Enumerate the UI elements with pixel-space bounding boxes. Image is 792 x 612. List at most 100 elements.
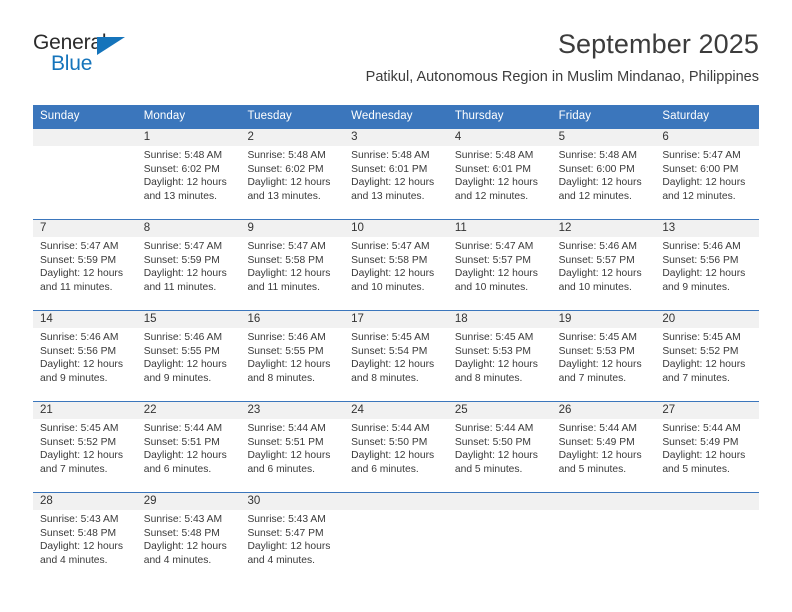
week-row: 28 Sunrise: 5:43 AM Sunset: 5:48 PM Dayl… — [33, 492, 760, 583]
day-cell[interactable]: 25 Sunrise: 5:44 AM Sunset: 5:50 PM Dayl… — [447, 402, 552, 492]
day-number: 30 — [240, 493, 345, 510]
sunrise-text: Sunrise: 5:44 AM — [143, 423, 223, 434]
day-cell[interactable] — [33, 129, 137, 219]
day-cell[interactable]: 13 Sunrise: 5:46 AM Sunset: 5:56 PM Dayl… — [655, 220, 760, 310]
day-number: 24 — [344, 402, 448, 419]
day-cell[interactable]: 28 Sunrise: 5:43 AM Sunset: 5:48 PM Dayl… — [33, 493, 137, 583]
day-info: Sunrise: 5:45 AM Sunset: 5:52 PM Dayligh… — [655, 328, 759, 385]
day-cell[interactable]: 3 Sunrise: 5:48 AM Sunset: 6:01 PM Dayli… — [344, 129, 448, 219]
sunset-text: Sunset: 6:01 PM — [351, 163, 428, 175]
day-cell[interactable]: 1 Sunrise: 5:48 AM Sunset: 6:02 PM Dayli… — [136, 129, 241, 219]
daylight-text-line2: and 9 minutes. — [662, 281, 730, 293]
daylight-text-line1: Daylight: 12 hours — [558, 268, 642, 280]
day-cell[interactable]: 17 Sunrise: 5:45 AM Sunset: 5:54 PM Dayl… — [344, 311, 448, 401]
daylight-text-line2: and 10 minutes. — [558, 281, 632, 293]
day-info: Sunrise: 5:44 AM Sunset: 5:51 PM Dayligh… — [240, 419, 344, 476]
daylight-text-line1: Daylight: 12 hours — [40, 541, 123, 553]
weekday-header-tuesday: Tuesday — [247, 110, 292, 122]
day-info: Sunrise: 5:48 AM Sunset: 6:02 PM Dayligh… — [240, 146, 344, 203]
day-cell[interactable]: 20 Sunrise: 5:45 AM Sunset: 5:52 PM Dayl… — [655, 311, 760, 401]
daylight-text-line1: Daylight: 12 hours — [454, 359, 538, 371]
day-cell[interactable]: 21 Sunrise: 5:45 AM Sunset: 5:52 PM Dayl… — [33, 402, 137, 492]
sunset-text: Sunset: 5:47 PM — [247, 527, 324, 539]
day-cell[interactable]: 11 Sunrise: 5:47 AM Sunset: 5:57 PM Dayl… — [447, 220, 552, 310]
day-number: 8 — [136, 220, 241, 237]
daylight-text-line2: and 5 minutes. — [558, 463, 627, 475]
day-info: Sunrise: 5:47 AM Sunset: 5:59 PM Dayligh… — [137, 237, 241, 294]
day-cell[interactable]: 18 Sunrise: 5:45 AM Sunset: 5:53 PM Dayl… — [447, 311, 552, 401]
daylight-text-line2: and 12 minutes. — [454, 190, 529, 202]
day-cell[interactable]: 24 Sunrise: 5:44 AM Sunset: 5:50 PM Dayl… — [344, 402, 448, 492]
daylight-text-line2: and 11 minutes. — [40, 281, 113, 293]
day-info: Sunrise: 5:48 AM Sunset: 6:01 PM Dayligh… — [448, 146, 552, 203]
weekday-header-saturday: Saturday — [662, 110, 710, 122]
day-cell[interactable]: 4 Sunrise: 5:48 AM Sunset: 6:01 PM Dayli… — [447, 129, 552, 219]
calendar-page: General Blue September 2025 Patikul, Aut… — [0, 0, 792, 612]
daylight-text-line2: and 7 minutes. — [558, 372, 627, 384]
day-number — [344, 493, 448, 510]
daylight-text-line2: and 9 minutes. — [40, 372, 108, 384]
sunset-text: Sunset: 5:49 PM — [662, 436, 739, 448]
weekday-header-thursday: Thursday — [454, 110, 504, 122]
sunset-text: Sunset: 5:59 PM — [40, 254, 117, 266]
day-cell[interactable]: 12 Sunrise: 5:46 AM Sunset: 5:57 PM Dayl… — [551, 220, 656, 310]
day-number: 17 — [344, 311, 448, 328]
day-cell[interactable] — [551, 493, 656, 583]
daylight-text-line1: Daylight: 12 hours — [454, 268, 538, 280]
week-row: 14 Sunrise: 5:46 AM Sunset: 5:56 PM Dayl… — [33, 310, 760, 401]
day-cell[interactable]: 6 Sunrise: 5:47 AM Sunset: 6:00 PM Dayli… — [655, 129, 760, 219]
day-number: 1 — [136, 129, 241, 146]
daylight-text-line1: Daylight: 12 hours — [558, 359, 642, 371]
sunset-text: Sunset: 5:55 PM — [143, 345, 220, 357]
day-cell[interactable] — [344, 493, 448, 583]
daylight-text-line1: Daylight: 12 hours — [247, 450, 331, 462]
sunset-text: Sunset: 5:50 PM — [351, 436, 428, 448]
day-cell[interactable]: 26 Sunrise: 5:44 AM Sunset: 5:49 PM Dayl… — [551, 402, 656, 492]
day-cell[interactable]: 22 Sunrise: 5:44 AM Sunset: 5:51 PM Dayl… — [136, 402, 241, 492]
day-cell[interactable]: 5 Sunrise: 5:48 AM Sunset: 6:00 PM Dayli… — [551, 129, 656, 219]
day-cell[interactable]: 16 Sunrise: 5:46 AM Sunset: 5:55 PM Dayl… — [240, 311, 345, 401]
day-info: Sunrise: 5:44 AM Sunset: 5:50 PM Dayligh… — [448, 419, 552, 476]
day-cell[interactable]: 10 Sunrise: 5:47 AM Sunset: 5:58 PM Dayl… — [344, 220, 448, 310]
day-number: 7 — [33, 220, 137, 237]
sunrise-text: Sunrise: 5:45 AM — [40, 423, 119, 434]
day-number: 18 — [447, 311, 552, 328]
day-cell[interactable]: 30 Sunrise: 5:43 AM Sunset: 5:47 PM Dayl… — [240, 493, 345, 583]
daylight-text-line2: and 7 minutes. — [662, 372, 730, 384]
day-cell[interactable]: 14 Sunrise: 5:46 AM Sunset: 5:56 PM Dayl… — [33, 311, 137, 401]
day-cell[interactable]: 8 Sunrise: 5:47 AM Sunset: 5:59 PM Dayli… — [136, 220, 241, 310]
day-cell[interactable]: 7 Sunrise: 5:47 AM Sunset: 5:59 PM Dayli… — [33, 220, 137, 310]
day-cell[interactable]: 19 Sunrise: 5:45 AM Sunset: 5:53 PM Dayl… — [551, 311, 656, 401]
daylight-text-line2: and 6 minutes. — [143, 463, 212, 475]
day-number: 19 — [551, 311, 656, 328]
daylight-text-line2: and 12 minutes. — [558, 190, 632, 202]
daylight-text-line1: Daylight: 12 hours — [247, 359, 331, 371]
day-info: Sunrise: 5:46 AM Sunset: 5:57 PM Dayligh… — [552, 237, 656, 294]
daylight-text-line2: and 11 minutes. — [143, 281, 217, 293]
day-number: 11 — [447, 220, 552, 237]
day-number: 28 — [33, 493, 137, 510]
day-info: Sunrise: 5:48 AM Sunset: 6:02 PM Dayligh… — [137, 146, 241, 203]
day-cell[interactable] — [447, 493, 552, 583]
day-number: 25 — [447, 402, 552, 419]
day-cell[interactable]: 9 Sunrise: 5:47 AM Sunset: 5:58 PM Dayli… — [240, 220, 345, 310]
day-cell[interactable]: 2 Sunrise: 5:48 AM Sunset: 6:02 PM Dayli… — [240, 129, 345, 219]
sunrise-text: Sunrise: 5:48 AM — [454, 150, 534, 161]
sunrise-text: Sunrise: 5:47 AM — [40, 241, 119, 252]
day-number: 14 — [33, 311, 137, 328]
weekday-header-row: Sunday Monday Tuesday Wednesday Thursday… — [33, 105, 759, 128]
daylight-text-line1: Daylight: 12 hours — [662, 177, 746, 189]
day-cell[interactable]: 29 Sunrise: 5:43 AM Sunset: 5:48 PM Dayl… — [136, 493, 241, 583]
sunset-text: Sunset: 5:59 PM — [143, 254, 220, 266]
weekday-header-friday: Friday — [558, 110, 592, 122]
day-cell[interactable]: 23 Sunrise: 5:44 AM Sunset: 5:51 PM Dayl… — [240, 402, 345, 492]
day-cell[interactable]: 27 Sunrise: 5:44 AM Sunset: 5:49 PM Dayl… — [655, 402, 760, 492]
sunrise-text: Sunrise: 5:46 AM — [662, 241, 741, 252]
daylight-text-line2: and 8 minutes. — [247, 372, 315, 384]
day-info — [448, 510, 552, 513]
day-cell[interactable]: 15 Sunrise: 5:46 AM Sunset: 5:55 PM Dayl… — [136, 311, 241, 401]
day-cell[interactable] — [655, 493, 760, 583]
daylight-text-line1: Daylight: 12 hours — [662, 359, 746, 371]
daylight-text-line2: and 11 minutes. — [247, 281, 320, 293]
sunrise-text: Sunrise: 5:47 AM — [143, 241, 223, 252]
